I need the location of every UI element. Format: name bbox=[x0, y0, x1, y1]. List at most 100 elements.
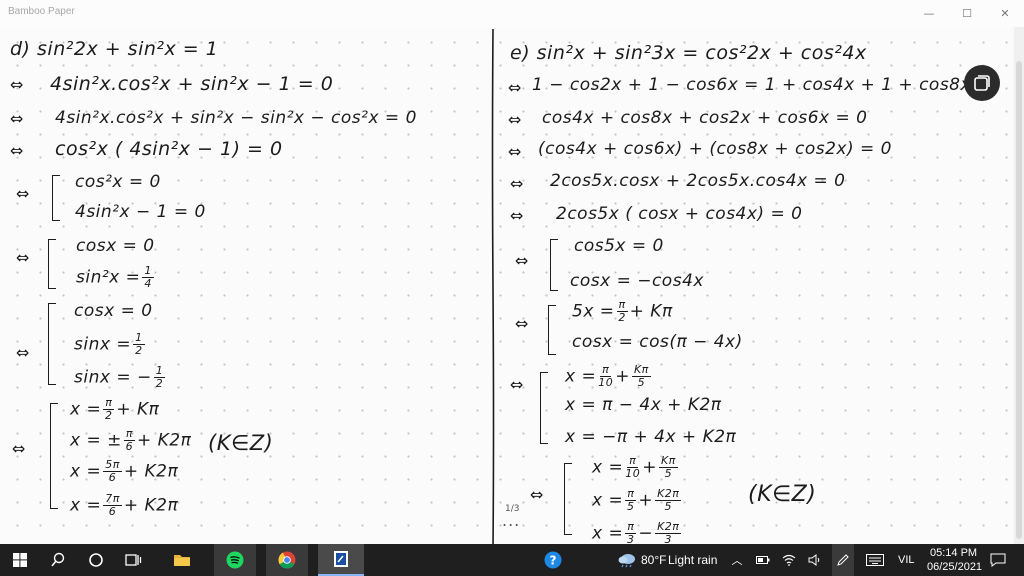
left-system4-line4: x = 7π 6 + K2π bbox=[70, 493, 178, 518]
equiv-symbol: ⇔ bbox=[16, 343, 30, 362]
fraction-denominator: 2 bbox=[135, 344, 143, 357]
maximize-button[interactable]: ☐ bbox=[948, 0, 986, 27]
task-view-button[interactable] bbox=[120, 544, 148, 576]
system-bracket bbox=[48, 303, 56, 385]
search-button[interactable] bbox=[44, 544, 72, 576]
left-system4-line3: x = 5π 6 + K2π bbox=[70, 459, 178, 484]
bamboo-paper-button[interactable] bbox=[318, 544, 364, 576]
left-system4-line2-lhs: x = ± bbox=[70, 430, 122, 451]
vertical-scrollbar[interactable] bbox=[1014, 27, 1024, 544]
bamboo-paper-icon bbox=[334, 551, 348, 567]
page-toggle-button[interactable] bbox=[964, 65, 1000, 101]
right-system2-line1-rhs: + Kπ bbox=[629, 301, 673, 322]
fraction-denominator: 10 bbox=[625, 467, 641, 480]
drawing-canvas[interactable]: d) sin²2x + sin²x = 1 ⇔ 4sin²x.cos²x + s… bbox=[0, 27, 1014, 544]
weather-temperature: 80°F bbox=[641, 553, 667, 567]
right-line-3: cos4x + cos8x + cos2x + cos6x = 0 bbox=[542, 108, 868, 128]
left-system4-line2-rhs: + K2π bbox=[136, 430, 192, 451]
fraction: 12 bbox=[153, 365, 166, 390]
left-system4-line2: x = ± π 6 + K2π bbox=[70, 428, 191, 453]
wifi-icon[interactable] bbox=[780, 544, 798, 576]
left-system3-line3: sinx = −1 2 bbox=[74, 365, 167, 390]
clock-date[interactable]: 06/25/2021 bbox=[927, 561, 982, 573]
left-system1-line1: cos²x = 0 bbox=[75, 172, 161, 192]
system-bracket bbox=[548, 305, 556, 355]
pen-workspace-icon[interactable] bbox=[832, 544, 854, 576]
spotify-icon bbox=[226, 551, 244, 569]
fraction: Kπ 5 bbox=[658, 455, 678, 480]
right-system3-line2: x = π − 4x + K2π bbox=[565, 395, 722, 415]
close-button[interactable]: ✕ bbox=[986, 0, 1024, 27]
right-system2-line2: cosx = cos(π − 4x) bbox=[572, 332, 743, 352]
equiv-symbol: ⇔ bbox=[16, 184, 30, 203]
column-divider bbox=[491, 29, 495, 544]
windows-icon bbox=[13, 553, 27, 567]
left-system4-line1-lhs: x = bbox=[70, 399, 102, 420]
spotify-button[interactable] bbox=[214, 544, 256, 576]
left-system4-line4-lhs: x = bbox=[70, 495, 102, 516]
folder-icon bbox=[174, 555, 190, 566]
fraction-denominator: 6 bbox=[108, 505, 117, 518]
fraction-denominator: 6 bbox=[108, 471, 117, 484]
right-system3-line3: x = −π + 4x + K2π bbox=[565, 427, 737, 447]
left-system3-line2-lhs: sinx = bbox=[74, 334, 132, 355]
equiv-symbol: ⇔ bbox=[10, 141, 24, 160]
equiv-symbol: ⇔ bbox=[508, 78, 522, 97]
fraction-denominator: 5 bbox=[637, 376, 646, 389]
right-system2-line1: 5x = π 2 + Kπ bbox=[572, 299, 673, 324]
chrome-button[interactable] bbox=[266, 544, 308, 576]
fraction: π 10 bbox=[625, 455, 640, 480]
fraction: K2π 3 bbox=[655, 521, 682, 545]
plus-sign: + bbox=[642, 457, 657, 478]
equiv-symbol: ⇔ bbox=[515, 314, 529, 333]
equiv-symbol: ⇔ bbox=[10, 109, 24, 128]
right-system4-line1: x = π 10 + Kπ 5 bbox=[592, 455, 680, 480]
left-system4-line1-rhs: + Kπ bbox=[116, 399, 160, 420]
volume-icon[interactable] bbox=[806, 544, 824, 576]
fraction: π2 bbox=[616, 299, 628, 324]
plus-sign: + bbox=[638, 490, 654, 511]
maximize-icon: ☐ bbox=[962, 7, 972, 20]
touch-keyboard-icon[interactable] bbox=[864, 544, 886, 576]
app-title: Bamboo Paper bbox=[8, 6, 75, 17]
notification-icon bbox=[990, 553, 1006, 567]
notifications-button[interactable] bbox=[986, 544, 1010, 576]
fraction: Kπ 5 bbox=[631, 364, 651, 389]
fraction-denominator: 3 bbox=[664, 533, 673, 545]
equiv-symbol: ⇔ bbox=[10, 75, 24, 94]
minimize-icon: — bbox=[923, 7, 935, 20]
fraction-denominator: 10 bbox=[598, 376, 614, 389]
system-bracket bbox=[550, 239, 558, 291]
show-hidden-icons-button[interactable]: ︿ bbox=[729, 544, 745, 576]
input-language[interactable]: VIL bbox=[898, 554, 915, 566]
scrollbar-thumb[interactable] bbox=[1016, 61, 1022, 539]
right-system4-line3: x = π 3− K2π 3 bbox=[592, 521, 683, 544]
fraction: π2 bbox=[103, 397, 115, 422]
chrome-icon bbox=[278, 551, 296, 569]
clock-time[interactable]: 05:14 PM bbox=[930, 547, 977, 559]
right-system3-line1-lhs: x = bbox=[565, 366, 597, 387]
right-system4-line2: x = π 5 + K2π 5 bbox=[592, 488, 683, 513]
fraction: π6 bbox=[123, 428, 135, 453]
fraction: π 10 bbox=[598, 364, 613, 389]
help-button[interactable]: ? bbox=[540, 544, 566, 576]
minimize-button[interactable]: — bbox=[910, 0, 948, 27]
equiv-symbol: ⇔ bbox=[508, 110, 522, 129]
fraction: K2π 5 bbox=[655, 488, 682, 513]
fraction-denominator: 2 bbox=[155, 377, 164, 390]
fraction-denominator: 5 bbox=[664, 467, 673, 480]
close-icon: ✕ bbox=[1000, 7, 1010, 20]
system-bracket bbox=[564, 463, 572, 535]
k-in-z-label: (K∈Z) bbox=[208, 431, 274, 455]
battery-icon[interactable] bbox=[755, 544, 771, 576]
fraction: 5π 6 bbox=[103, 459, 122, 484]
system-bracket bbox=[50, 403, 58, 509]
file-explorer-button[interactable] bbox=[164, 544, 200, 576]
more-options-button[interactable]: ... bbox=[502, 511, 520, 530]
fraction-denominator: 2 bbox=[105, 409, 113, 422]
equiv-symbol: ⇔ bbox=[16, 248, 30, 267]
weather-icon[interactable] bbox=[616, 544, 638, 576]
cortana-button[interactable] bbox=[82, 544, 110, 576]
left-system4-line4-rhs: + K2π bbox=[123, 495, 179, 516]
start-button[interactable] bbox=[6, 544, 34, 576]
